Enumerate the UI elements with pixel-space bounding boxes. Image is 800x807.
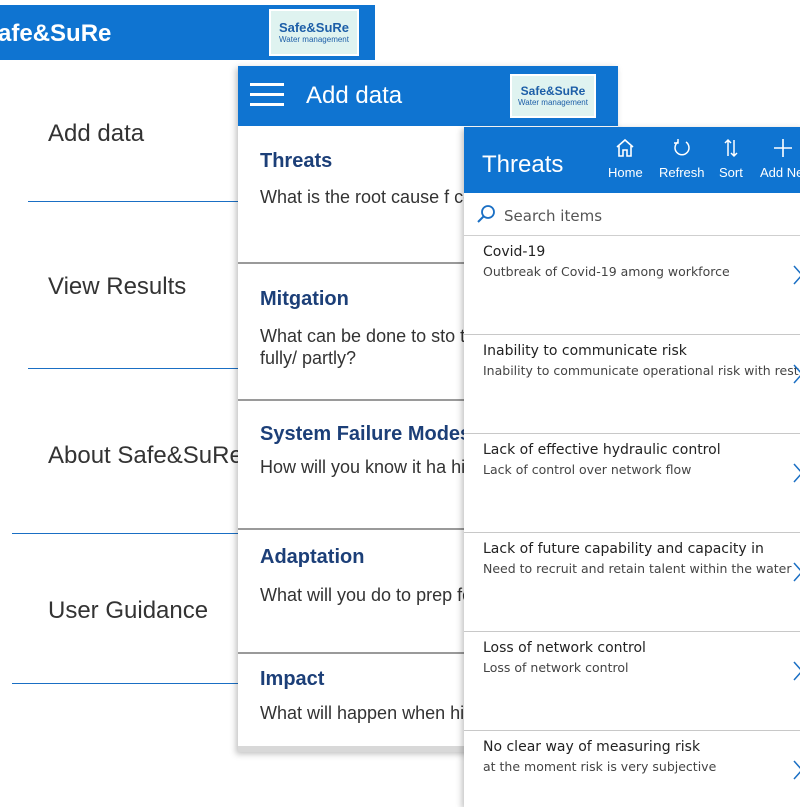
section-threats-title[interactable]: Threats	[260, 150, 332, 173]
menu-divider	[12, 533, 240, 534]
menu-divider	[28, 201, 240, 202]
threats-screen: Threats Home Refresh Sort Add Ne Search …	[464, 127, 800, 807]
search-icon	[476, 204, 496, 228]
app-title: afe&SuRe	[0, 20, 112, 47]
section-mitigation-title[interactable]: Mitgation	[260, 288, 349, 311]
menu-item-about[interactable]: About Safe&SuRe	[48, 442, 243, 470]
horizontal-scrollbar[interactable]	[238, 746, 468, 752]
section-divider	[238, 262, 478, 264]
hamburger-menu-icon[interactable]	[250, 83, 284, 107]
threats-title: Threats	[482, 151, 564, 178]
chevron-right-icon	[792, 660, 800, 686]
list-item[interactable]: Loss of network control Loss of network …	[464, 632, 800, 731]
list-item-description: Need to recruit and retain talent within…	[483, 561, 792, 576]
section-divider	[238, 399, 478, 401]
safe-sure-logo: Safe&SuRe Water management	[269, 9, 359, 56]
list-item[interactable]: Inability to communicate risk Inability …	[464, 335, 800, 434]
search-placeholder: Search items	[504, 207, 603, 225]
list-item[interactable]: Covid-19 Outbreak of Covid-19 among work…	[464, 236, 800, 335]
chevron-right-icon	[792, 561, 800, 587]
list-item-title: Lack of effective hydraulic control	[483, 442, 721, 458]
section-adaptation-title[interactable]: Adaptation	[260, 546, 364, 569]
chevron-right-icon	[792, 264, 800, 290]
menu-item-add-data[interactable]: Add data	[48, 120, 144, 148]
refresh-button[interactable]: Refresh	[659, 137, 705, 180]
safe-sure-logo: Safe&SuRe Water management	[510, 74, 596, 118]
list-item-title: Loss of network control	[483, 640, 646, 656]
sort-icon	[719, 137, 743, 165]
list-item-title: Lack of future capability and capacity i…	[483, 541, 764, 557]
list-item-description: Outbreak of Covid-19 among workforce	[483, 264, 730, 279]
section-system-failure-title[interactable]: System Failure Modes	[260, 423, 471, 446]
section-impact-title[interactable]: Impact	[260, 668, 324, 691]
list-item[interactable]: No clear way of measuring risk at the mo…	[464, 731, 800, 807]
refresh-icon	[659, 137, 705, 165]
list-item[interactable]: Lack of future capability and capacity i…	[464, 533, 800, 632]
list-item[interactable]: Lack of effective hydraulic control Lack…	[464, 434, 800, 533]
home-button[interactable]: Home	[608, 137, 643, 180]
menu-divider	[12, 683, 240, 684]
list-item-description: Loss of network control	[483, 660, 629, 675]
section-divider	[238, 652, 478, 654]
chevron-right-icon	[792, 462, 800, 488]
section-divider	[238, 528, 478, 530]
list-item-title: Inability to communicate risk	[483, 343, 687, 359]
menu-item-user-guidance[interactable]: User Guidance	[48, 597, 208, 625]
menu-divider	[28, 368, 240, 369]
plus-icon	[760, 137, 800, 165]
list-item-description: Lack of control over network flow	[483, 462, 692, 477]
list-item-description: Inability to communicate operational ris…	[483, 363, 799, 378]
add-data-title: Add data	[306, 82, 403, 109]
chevron-right-icon	[792, 759, 800, 785]
sort-button[interactable]: Sort	[719, 137, 743, 180]
home-icon	[608, 137, 643, 165]
chevron-right-icon	[792, 363, 800, 389]
list-item-description: at the moment risk is very subjective	[483, 759, 717, 774]
add-new-button[interactable]: Add Ne	[760, 137, 800, 180]
menu-item-view-results[interactable]: View Results	[48, 273, 186, 301]
list-item-title: Covid-19	[483, 244, 546, 260]
list-item-title: No clear way of measuring risk	[483, 739, 701, 755]
search-box[interactable]: Search items	[464, 195, 800, 236]
